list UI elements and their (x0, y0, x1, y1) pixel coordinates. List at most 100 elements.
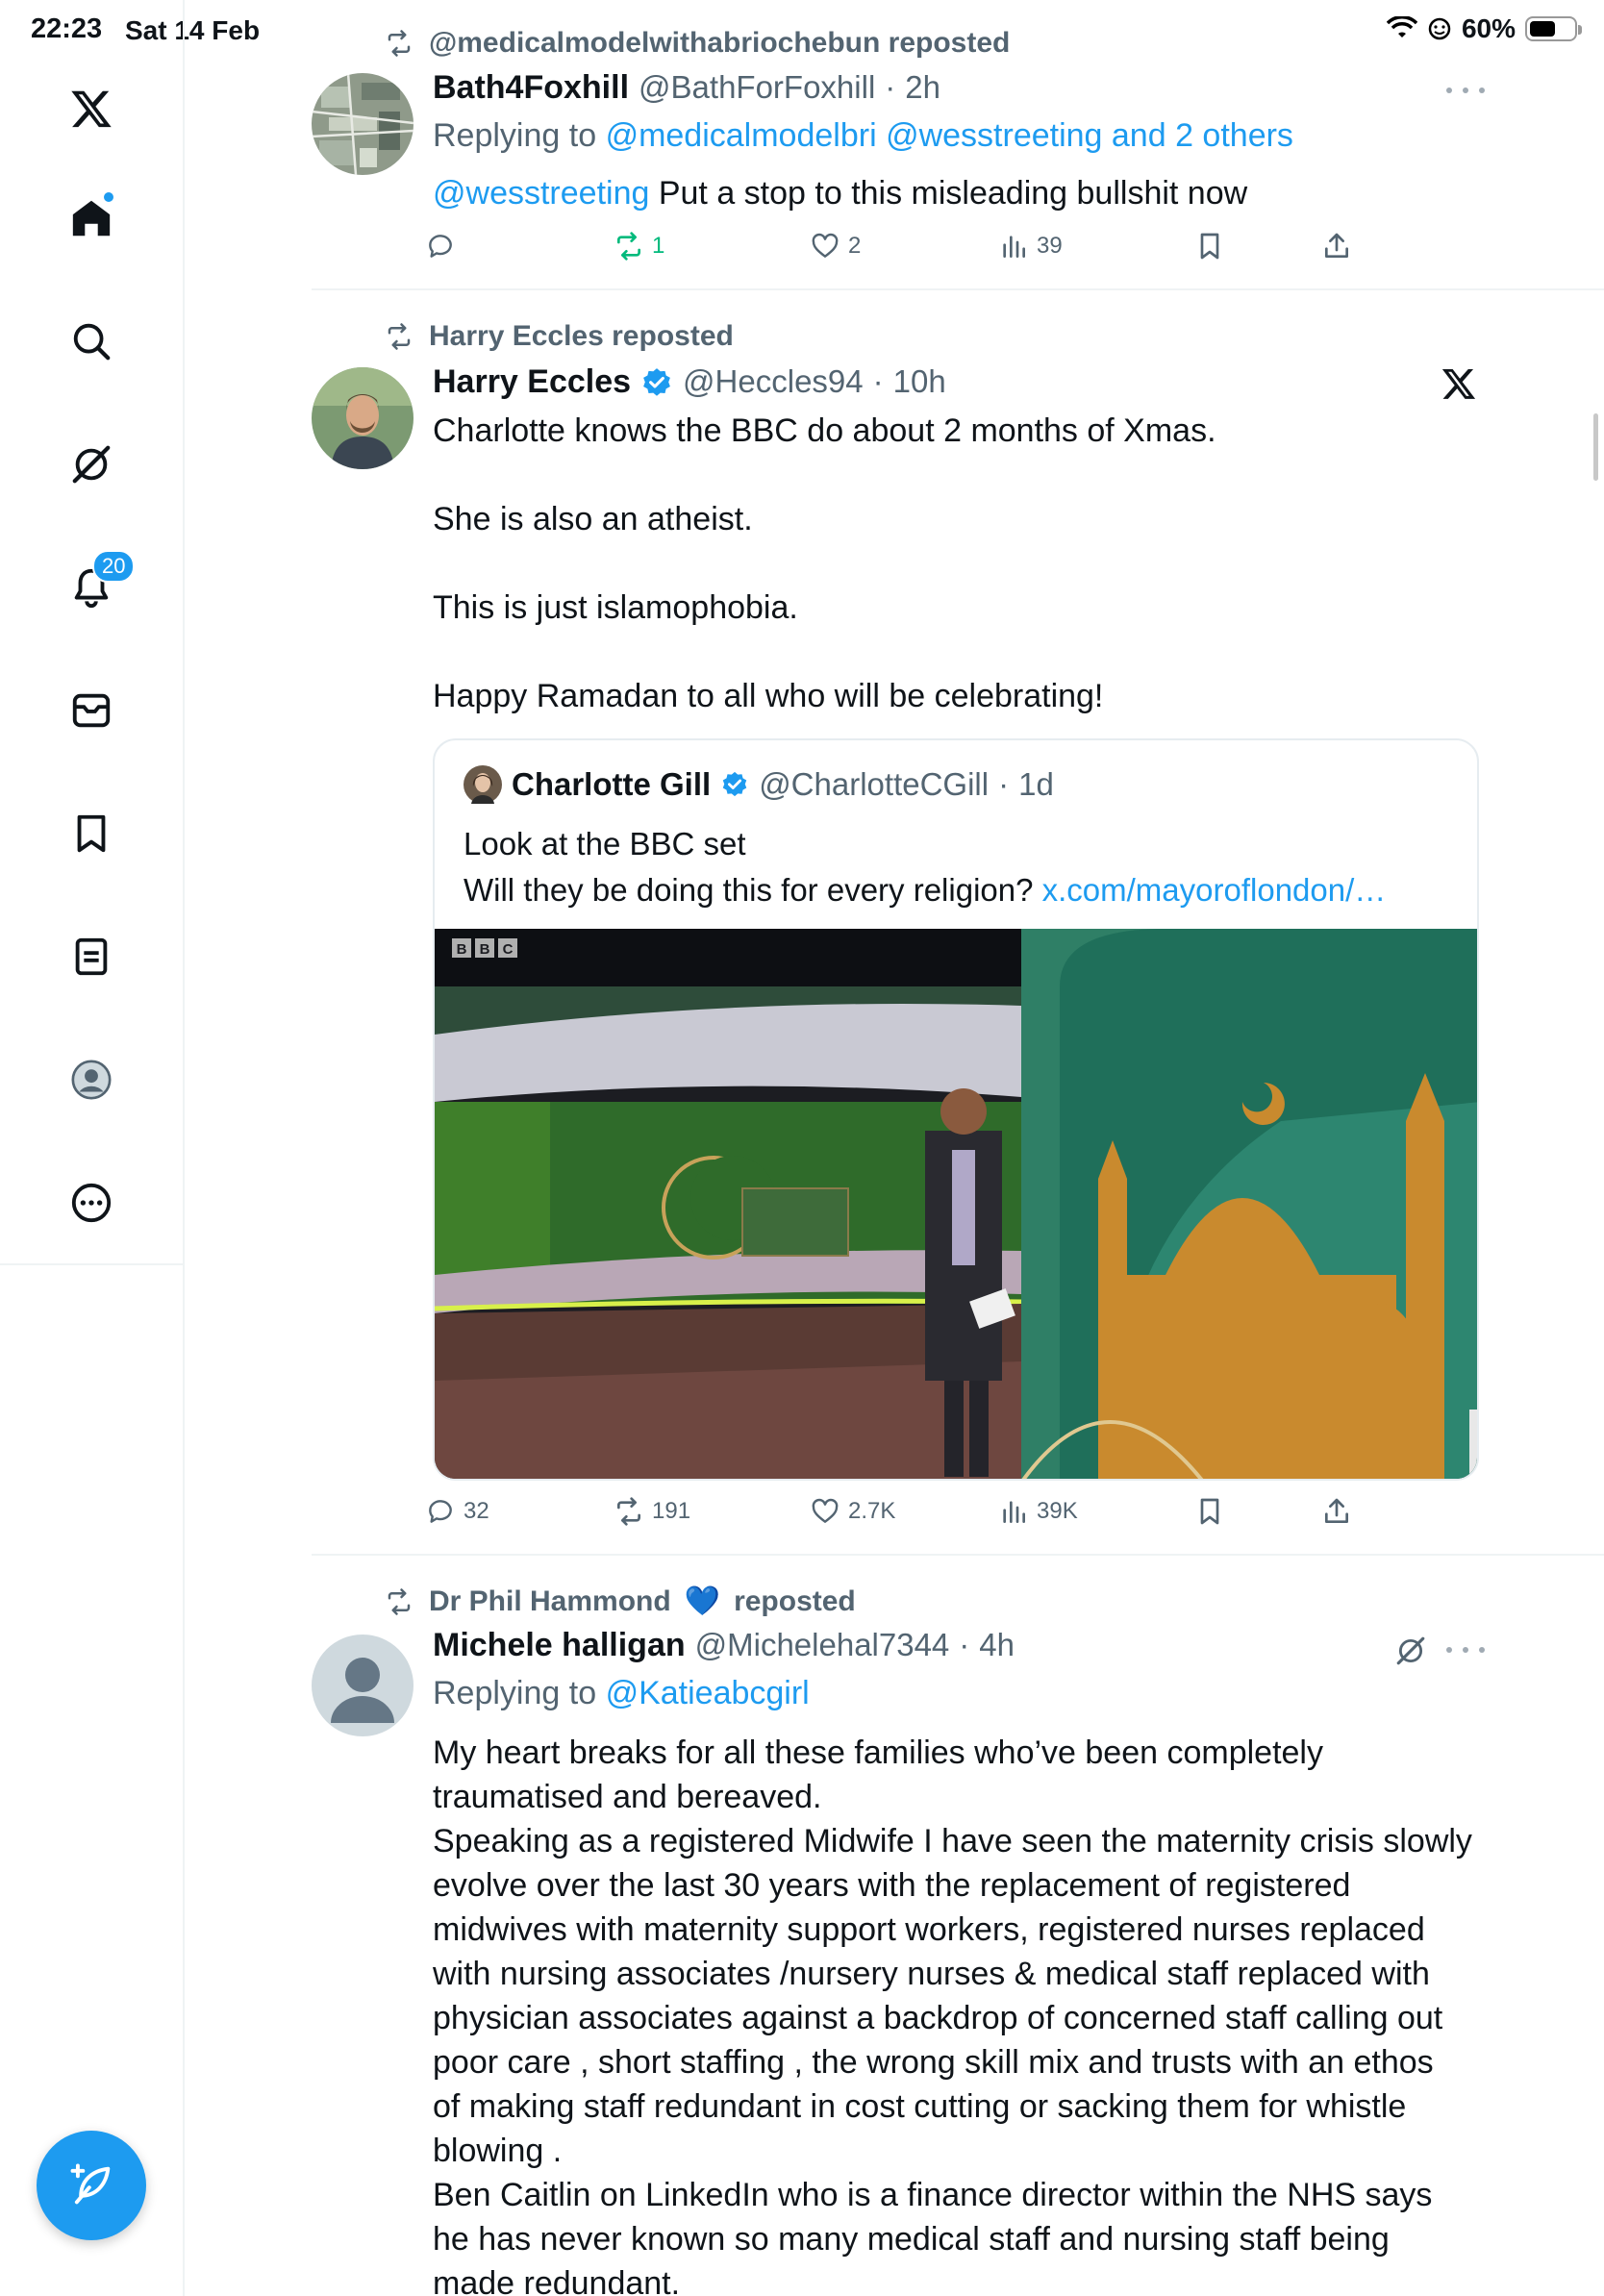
tweet-header: Michele halligan @Michelehal7344 · 4h (433, 1627, 1015, 1664)
author-name[interactable]: Harry Eccles (433, 363, 631, 401)
like-count: 2 (848, 233, 862, 259)
reply-icon (429, 1500, 452, 1523)
repost-label: Dr Phil Hammond (429, 1585, 671, 1617)
quoted-author-name[interactable]: Charlotte Gill (512, 766, 711, 803)
svg-text:C: C (503, 941, 514, 958)
grok-icon[interactable] (1394, 1635, 1427, 1667)
author-name[interactable]: Bath4Foxhill (433, 69, 629, 107)
repost-count: 191 (652, 1498, 691, 1524)
repost-button[interactable]: 191 (614, 1496, 690, 1527)
svg-text:B: B (457, 941, 467, 958)
quoted-link[interactable]: x.com/mayoroflondon/… (1042, 872, 1387, 908)
tweet-time[interactable]: 10h (893, 363, 946, 400)
lists-icon[interactable] (60, 925, 123, 988)
verified-badge-icon (643, 367, 670, 396)
repost-button[interactable]: 1 (614, 231, 664, 262)
tweet-text-line: My heart breaks for all these families w… (433, 1734, 1323, 1771)
like-button[interactable]: 2.7K (810, 1496, 895, 1527)
separator: · (885, 69, 896, 105)
author-handle[interactable]: @BathForFoxhill (639, 69, 875, 106)
avatar[interactable] (464, 765, 502, 804)
repost-count: 1 (652, 233, 665, 259)
bookmark-button[interactable] (1194, 231, 1225, 262)
tweet-actions: 1 2 39 (425, 231, 1560, 279)
tweet-time[interactable]: 4h (979, 1627, 1015, 1663)
repost-icon (388, 323, 411, 350)
sidebar: 20 (0, 0, 185, 1265)
notifications-badge: 20 (92, 550, 136, 583)
replying-to-users[interactable]: @medicalmodelbri @wesstreeting and 2 oth… (606, 117, 1293, 154)
tweet-text-line: physician associates against a backdrop … (433, 2000, 1443, 2036)
view-count: 39 (1037, 233, 1063, 259)
compose-icon (70, 2163, 111, 2205)
tweet-text-line: This is just islamophobia. (433, 589, 798, 626)
like-button[interactable]: 2 (810, 231, 861, 262)
views-icon (1003, 1501, 1025, 1523)
notifications-icon[interactable]: 20 (60, 550, 136, 619)
avatar[interactable] (312, 73, 414, 175)
tweet-text-line: She is also an atheist. (433, 501, 753, 537)
tweet-header: Bath4Foxhill @BathForFoxhill · 2h (433, 69, 940, 107)
home-icon[interactable] (60, 187, 123, 250)
more-options-icon[interactable] (1446, 81, 1485, 100)
more-menu-icon[interactable] (60, 1171, 123, 1235)
tweet-text-line: midwives with maternity support workers,… (433, 1911, 1425, 1948)
tweet-text-line: Happy Ramadan to all who will be celebra… (433, 678, 1104, 714)
author-handle[interactable]: @Heccles94 (683, 363, 864, 400)
reply-icon (429, 235, 452, 258)
quoted-tweet[interactable]: Charlotte Gill @CharlotteCGill · 1d Look… (433, 738, 1479, 1481)
messages-icon[interactable] (60, 679, 123, 742)
replying-to-label: Replying to (433, 117, 597, 154)
repost-icon (617, 232, 640, 261)
search-icon[interactable] (60, 310, 123, 373)
repost-label: @medicalmodelwithabriochebun reposted (429, 27, 1011, 59)
tweet-time[interactable]: 2h (905, 69, 940, 106)
separator: · (998, 766, 1010, 802)
tweet-text-line: made redundant. (433, 2265, 681, 2296)
repost-icon (617, 1497, 640, 1526)
author-name[interactable]: Michele halligan (433, 1627, 686, 1664)
quoted-tweet-time: 1d (1018, 766, 1054, 802)
author-handle[interactable]: @Michelehal7344 (695, 1627, 950, 1663)
x-logo-icon[interactable] (60, 77, 123, 140)
heart-icon (812, 1498, 839, 1523)
verified-badge-icon (722, 771, 747, 797)
share-button[interactable] (1321, 1496, 1352, 1527)
quoted-tweet-image[interactable]: B B C (435, 929, 1477, 1479)
view-count: 39K (1037, 1498, 1078, 1524)
views-button[interactable]: 39K (998, 1496, 1078, 1527)
mention-link[interactable]: @wesstreeting (433, 175, 649, 212)
share-icon (1325, 233, 1348, 258)
repost-indicator: Dr Phil Hammond 💙 reposted (383, 1585, 856, 1618)
tweet-text-line: he has never known so many medical staff… (433, 2221, 1390, 2258)
replying-to-users[interactable]: @Katieabcgirl (606, 1675, 810, 1711)
tweet-text: @wesstreeting Put a stop to this mislead… (433, 171, 1604, 215)
compose-button[interactable] (37, 2131, 146, 2240)
grok-icon[interactable] (60, 433, 123, 496)
repost-indicator: Harry Eccles reposted (383, 320, 734, 353)
tweet-text-line: traumatised and bereaved. (433, 1779, 822, 1815)
bookmarks-icon[interactable] (60, 802, 123, 865)
quoted-author-handle[interactable]: @CharlotteCGill (759, 766, 989, 803)
profile-icon[interactable] (60, 1048, 123, 1111)
tweet-text-line: Charlotte knows the BBC do about 2 month… (433, 412, 1216, 449)
share-button[interactable] (1321, 231, 1352, 262)
like-count: 2.7K (848, 1498, 896, 1524)
views-button[interactable]: 39 (998, 231, 1063, 262)
replying-to-label: Replying to (433, 1675, 597, 1711)
quoted-text-line: Will they be doing this for every religi… (464, 867, 1386, 913)
avatar[interactable] (312, 1635, 414, 1736)
bookmark-button[interactable] (1194, 1496, 1225, 1527)
repost-label: Harry Eccles reposted (429, 320, 734, 352)
separator: · (959, 1627, 970, 1662)
views-icon (1003, 236, 1025, 258)
quoted-tweet-text: Look at the BBC set Will they be doing t… (464, 821, 1386, 913)
share-icon (1325, 1498, 1348, 1523)
replying-to: Replying to @medicalmodelbri @wesstreeti… (433, 117, 1293, 155)
quoted-text-body: Will they be doing this for every religi… (464, 872, 1034, 908)
more-options-icon[interactable] (1446, 1640, 1485, 1660)
avatar[interactable] (312, 367, 414, 469)
reply-button[interactable] (425, 231, 456, 262)
reply-button[interactable]: 32 (425, 1496, 489, 1527)
tweet-text-line: Ben Caitlin on LinkedIn who is a finance… (433, 2177, 1433, 2213)
